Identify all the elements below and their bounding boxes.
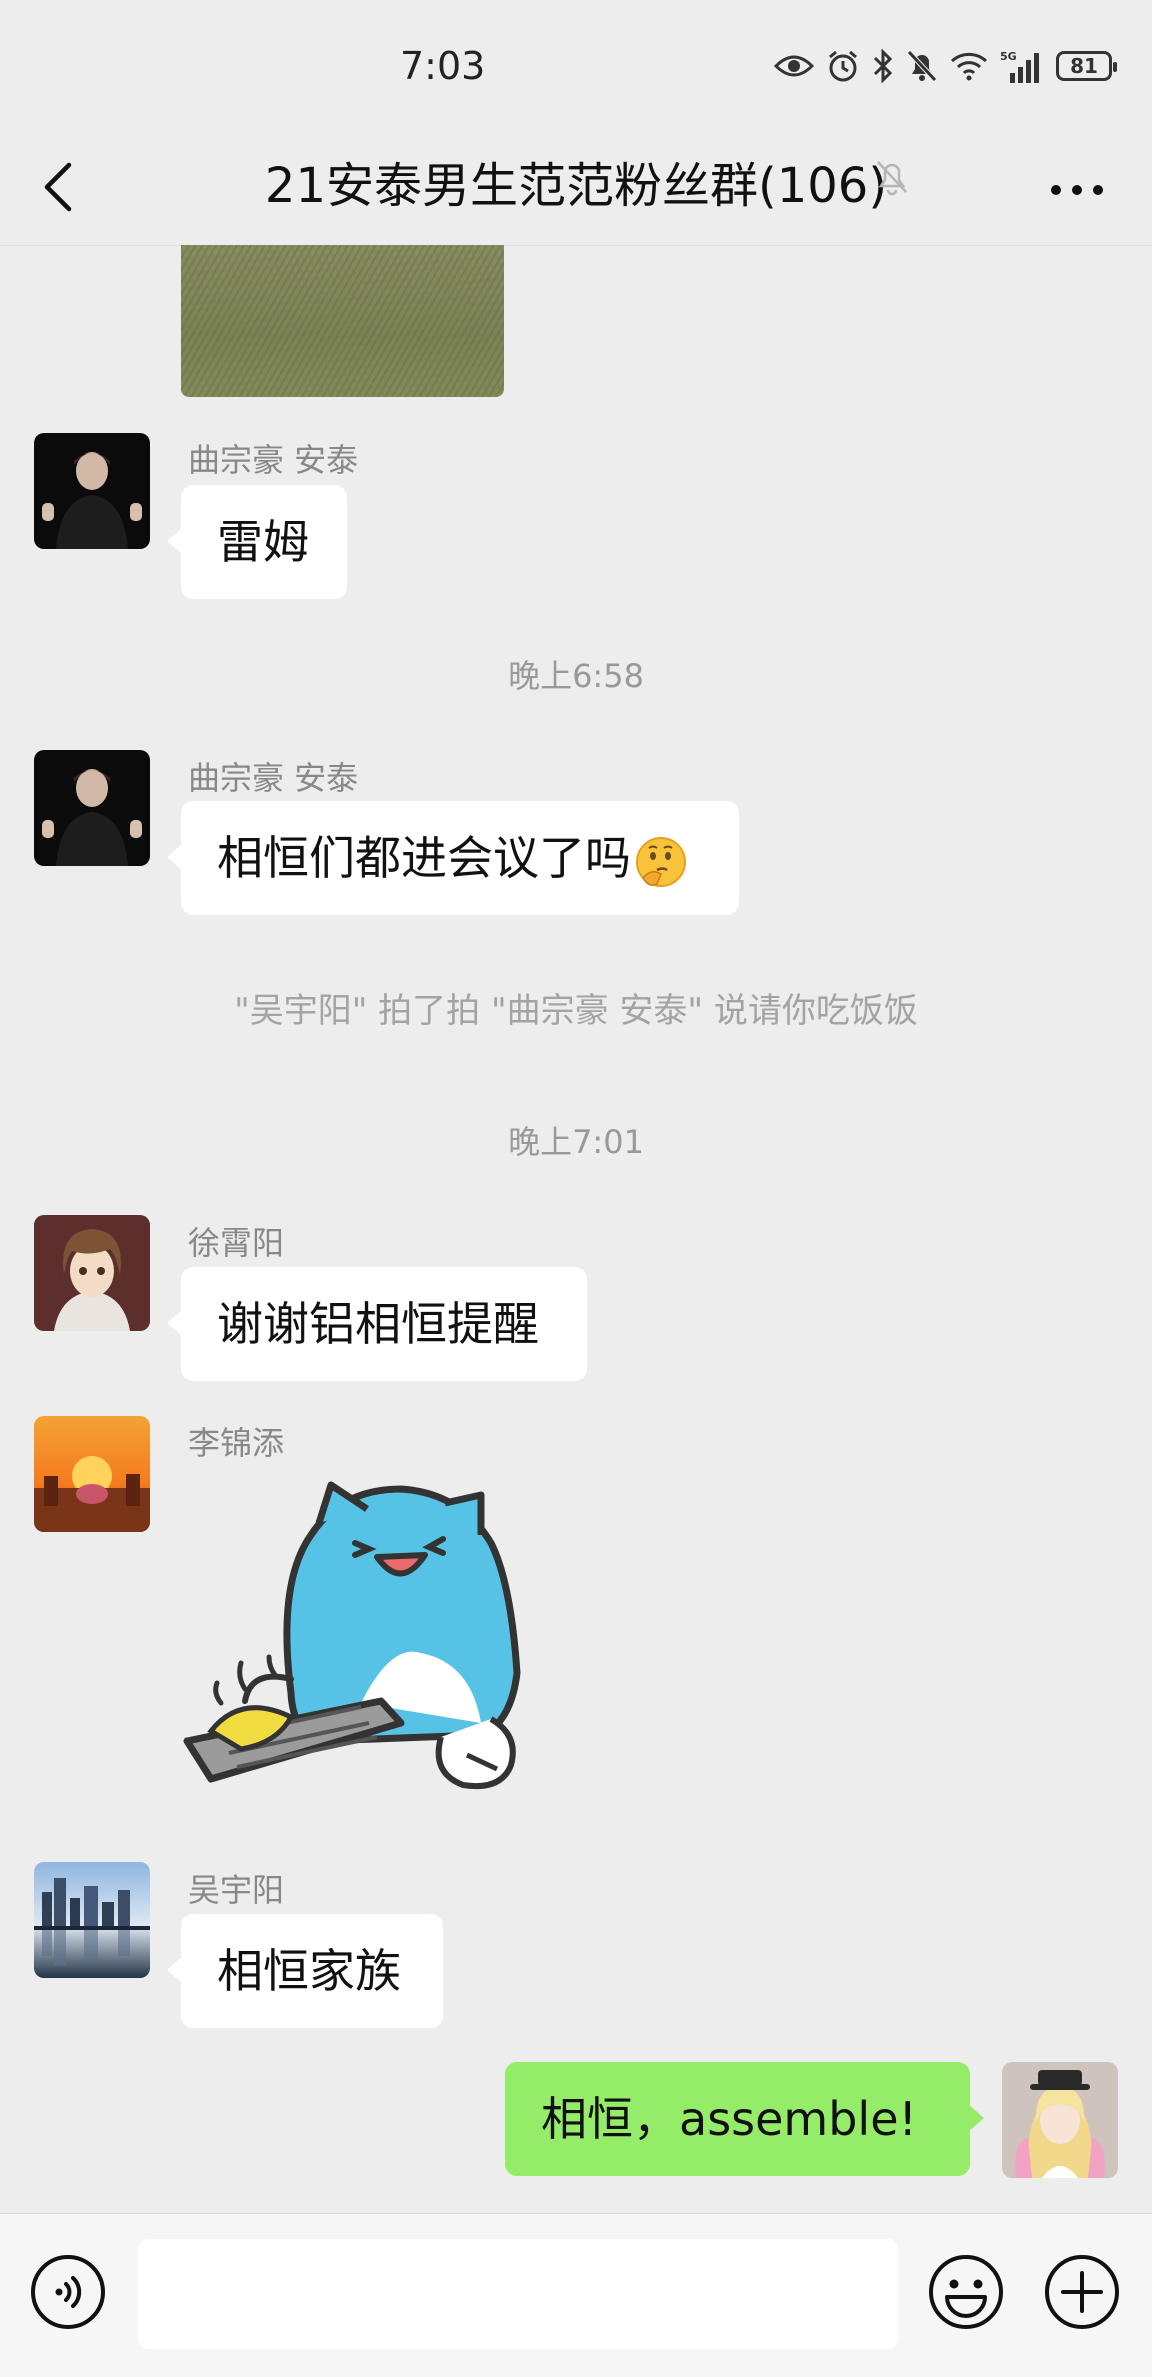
status-bar: 7:03 5G 81: [0, 0, 1152, 130]
sender-name: 徐霄阳: [188, 1224, 285, 1262]
avatar-wu-yuyang[interactable]: [34, 1862, 150, 1978]
sender-name: 曲宗豪 安泰: [188, 441, 359, 479]
more-button[interactable]: [1042, 160, 1112, 220]
emoji-button[interactable]: [926, 2252, 1006, 2332]
signal-icon: 5G: [1000, 50, 1039, 83]
more-functions-button[interactable]: [1042, 2252, 1122, 2332]
plus-icon: [1045, 2255, 1119, 2329]
voice-icon: [31, 2255, 105, 2329]
svg-text:5G: 5G: [1000, 50, 1017, 63]
more-dots-icon: [1051, 185, 1103, 195]
status-icons: 5G 81: [774, 46, 1117, 86]
chat-header: 21安泰男生范范粉丝群(106): [0, 130, 1152, 246]
battery-icon: 81: [1056, 51, 1117, 81]
sender-name: 吴宇阳: [188, 1871, 285, 1909]
image-message-grass[interactable]: [181, 245, 504, 397]
avatar-qu-zonghao[interactable]: [34, 433, 150, 549]
my-avatar[interactable]: [1002, 2062, 1118, 2178]
sender-name: 李锦添: [188, 1424, 285, 1462]
message-text: 相恒们都进会议了吗: [217, 831, 631, 885]
bell-mute-icon: [907, 50, 937, 82]
message-input[interactable]: [138, 2239, 898, 2349]
wifi-icon: [950, 52, 988, 81]
message-bubble[interactable]: 谢谢铝相恒提醒: [167, 1267, 587, 1381]
bluetooth-icon: [873, 49, 893, 83]
emoji-icon: [929, 2255, 1003, 2329]
blue-cat-keyboard-sticker: [183, 1481, 521, 1789]
my-message-bubble[interactable]: 相恒，assemble!: [505, 2062, 984, 2176]
time-divider: 晚上7:01: [508, 1123, 644, 1161]
time-divider: 晚上6:58: [508, 657, 644, 695]
message-bubble[interactable]: 雷姆: [167, 485, 347, 599]
avatar-xu-xiaoyang[interactable]: [34, 1215, 150, 1331]
alarm-icon: [829, 50, 857, 82]
sender-name: 曲宗豪 安泰: [188, 759, 359, 797]
eye-icon: [774, 55, 814, 77]
pat-notice: "吴宇阳" 拍了拍 "曲宗豪 安泰" 说请你吃饭饭: [234, 991, 918, 1031]
message-bubble[interactable]: 相恒家族: [167, 1914, 443, 2028]
battery-level: 81: [1070, 54, 1098, 78]
thinking-face-icon: [636, 836, 686, 887]
sticker-message[interactable]: [181, 1473, 577, 1813]
avatar-qu-zonghao[interactable]: [34, 750, 150, 866]
bell-off-icon: [877, 161, 907, 196]
avatar-li-jintian[interactable]: [34, 1416, 150, 1532]
chat-title: 21安泰男生范范粉丝群(106): [264, 158, 888, 214]
status-time: 7:03: [400, 44, 486, 88]
message-bubble[interactable]: 相恒们都进会议了吗: [167, 801, 739, 915]
chat-list[interactable]: 曲宗豪 安泰 雷姆 晚上6:58 曲宗豪 安泰 相恒们都进会议了吗 "吴宇阳" …: [0, 245, 1152, 2213]
input-bar: [0, 2213, 1152, 2377]
voice-button[interactable]: [28, 2252, 108, 2332]
